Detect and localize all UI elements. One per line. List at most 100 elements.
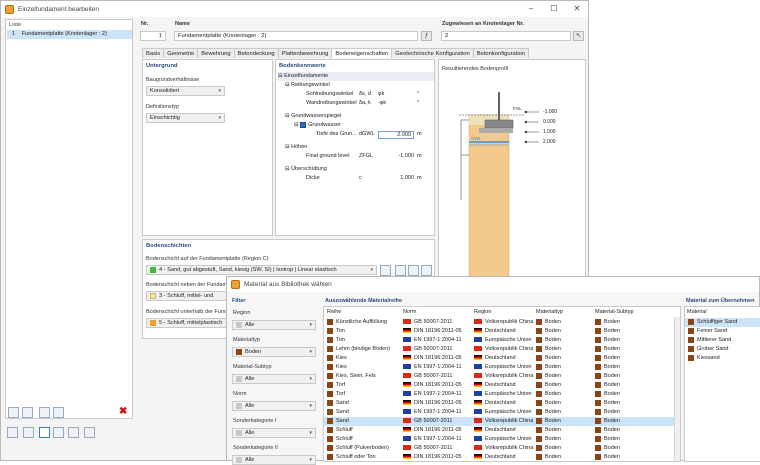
take-item[interactable]: Schluffiger Sand bbox=[685, 318, 760, 327]
delete-icon[interactable]: ✖ bbox=[119, 406, 127, 417]
filter-select-subtyp[interactable]: Alle ▾ bbox=[232, 374, 316, 384]
table-row[interactable]: Ton DIN 18196:2011-05 Deutschland Boden Bode… bbox=[324, 327, 676, 336]
baugrund-select[interactable]: Konsolidiert ▾ bbox=[146, 86, 225, 96]
copy-item-icon[interactable] bbox=[22, 407, 33, 418]
filter-select-materialtyp[interactable]: Boden ▾ bbox=[232, 347, 316, 357]
under-select[interactable]: 5 - Schluff, mittelplastisch | Isot bbox=[146, 318, 228, 328]
maximize-button[interactable]: ☐ bbox=[543, 1, 565, 17]
cell-norm: EN 1997-1:2004-11 bbox=[403, 435, 462, 444]
table-row[interactable]: Sand DIN 18196:2011-05 Deutschland Boden Bod… bbox=[324, 399, 676, 408]
table-row[interactable]: Sand GB 50007-2011 Volksrepublik China Bode… bbox=[324, 417, 676, 426]
foundation-plate bbox=[484, 119, 514, 129]
tab-betonkonfiguration[interactable]: Betonkonfiguration bbox=[472, 48, 530, 58]
new-item-icon[interactable] bbox=[8, 407, 19, 418]
param-value[interactable]: 2.000 bbox=[378, 131, 414, 139]
take-item[interactable]: Feiner Sand bbox=[685, 327, 760, 336]
cell-region: Europäische Union bbox=[474, 336, 531, 345]
tab-basis[interactable]: Basis bbox=[142, 48, 165, 58]
take-item[interactable]: Grober Sand bbox=[685, 345, 760, 354]
filter-select-sonder1[interactable]: Alle ▾ bbox=[232, 428, 316, 438]
definition-select[interactable]: Einschichtig ▾ bbox=[146, 113, 225, 123]
help-icon[interactable] bbox=[68, 427, 79, 438]
cell-typ: Boden bbox=[536, 399, 561, 408]
col-header-subtyp[interactable]: Material-Subtyp bbox=[595, 308, 634, 317]
tab-geotechnische-konfiguration[interactable]: Geotechnische Konfiguration bbox=[391, 48, 474, 58]
flag-icon bbox=[474, 319, 482, 325]
new-material-icon[interactable] bbox=[395, 265, 406, 276]
tab-bodeneigenschaften[interactable]: Bodeneigenschaften bbox=[331, 48, 393, 58]
table-row[interactable]: Kies EN 1997-1:2004-11 Europäische Union Bo… bbox=[324, 363, 676, 372]
cell-subtyp: Boden bbox=[595, 327, 620, 336]
name-field[interactable]: Fundamentplatte (Knotenlager : 2) bbox=[174, 31, 418, 41]
table-row[interactable]: Kies, Stein, Fels GB 50007-2011 Volksrepub… bbox=[324, 372, 676, 381]
take-item[interactable]: Kiessand bbox=[685, 354, 760, 363]
minimize-button[interactable]: – bbox=[520, 1, 542, 17]
definition-value: Einschichtig bbox=[150, 115, 180, 121]
param-value[interactable]: 1.000 bbox=[392, 174, 414, 183]
table-row[interactable]: Schluff EN 1997-1:2004-11 Europäische Unio… bbox=[324, 435, 676, 444]
filter-select-norm[interactable]: Alle ▾ bbox=[232, 401, 316, 411]
nr-field[interactable]: 1 bbox=[140, 31, 166, 41]
param-value[interactable]: -φk bbox=[378, 99, 386, 108]
tab-plattenbewehrung[interactable]: Plattenbewehrung bbox=[277, 48, 333, 58]
take-item[interactable]: Mittlerer Sand bbox=[685, 336, 760, 345]
col-header-reihe[interactable]: Reihe bbox=[327, 308, 341, 317]
library-icon[interactable] bbox=[380, 265, 391, 276]
tree-group-ueberschuettung[interactable]: ⊟ Überschüttung bbox=[285, 165, 327, 174]
table-row[interactable]: Sand EN 1997-1:2004-11 Europäische Union Bo… bbox=[324, 408, 676, 417]
cell-typ: Boden bbox=[536, 327, 561, 336]
col-header-region[interactable]: Region bbox=[474, 308, 491, 317]
uncheck-icon[interactable] bbox=[53, 407, 64, 418]
filter-select-region[interactable]: Alle ▾ bbox=[232, 320, 316, 330]
tree-group-reibungswinkel[interactable]: ⊟ Reibungswinkel bbox=[285, 81, 330, 90]
edit-name-button[interactable]: ƒ bbox=[421, 31, 432, 41]
tree-group-hoehen[interactable]: ⊟ Höhen bbox=[285, 143, 307, 152]
tab-bewehrung[interactable]: Bewehrung bbox=[197, 48, 235, 58]
param-value[interactable]: -1.000 bbox=[392, 152, 414, 161]
tab-geometrie[interactable]: Geometrie bbox=[163, 48, 199, 58]
table-row[interactable]: Torf EN 1997-1:2004-11 Europäische Union Bo… bbox=[324, 390, 676, 399]
cell-region: Volksrepublik China bbox=[474, 444, 533, 453]
cell-norm: DIN 18196:2011-05 bbox=[403, 426, 462, 435]
level-marker-0 bbox=[524, 110, 528, 114]
view-icon[interactable] bbox=[39, 427, 50, 438]
material-swatch bbox=[595, 345, 601, 352]
search-icon[interactable] bbox=[7, 427, 18, 438]
table-row[interactable]: Torf DIN 18196:2011-05 Deutschland Boden Bod… bbox=[324, 381, 676, 390]
tree-group-grundwasser[interactable]: ⊟ Grundwasser bbox=[294, 121, 341, 130]
check-icon[interactable] bbox=[39, 407, 50, 418]
list-item[interactable]: 1 Fundamentplatte (Knotenlager : 2) bbox=[7, 30, 132, 39]
grid-icon[interactable] bbox=[53, 427, 64, 438]
table-row[interactable]: Kies DIN 18196:2011-05 Deutschland Boden Bod… bbox=[324, 354, 676, 363]
param-unit: ° bbox=[417, 91, 420, 97]
table-row[interactable]: Künstliche Auffüllung GB 50007-2011 Volksr… bbox=[324, 318, 676, 327]
tree-group-einzelfundamente[interactable]: ⊟ Einzelfundamente bbox=[278, 72, 434, 81]
edit-material-icon[interactable] bbox=[408, 265, 419, 276]
table-row[interactable]: Schluff DIN 18196:2011-05 Deutschland Boden… bbox=[324, 426, 676, 435]
select-node-button[interactable]: ↖ bbox=[573, 31, 584, 41]
function-icon[interactable] bbox=[84, 427, 95, 438]
param-label: Tiefe des Grun... bbox=[316, 131, 357, 137]
table-row[interactable]: Ton EN 1997-1:2004-11 Europäische Union Bod… bbox=[324, 336, 676, 345]
grundwasser-checkbox[interactable] bbox=[300, 121, 307, 128]
table-scrollbar[interactable] bbox=[674, 317, 680, 461]
list-item-label: Fundamentplatte (Knotenlager : 2) bbox=[21, 31, 107, 37]
tree-row: Tiefe des Grun... dGWL 2.000 m bbox=[316, 130, 434, 139]
assigned-field[interactable]: 2 bbox=[441, 31, 571, 41]
below-select[interactable]: 4 - Sand, gut abgestuft, Sand, kiesig (S… bbox=[146, 265, 377, 275]
col-header-norm[interactable]: Norm bbox=[403, 308, 416, 317]
level-marker-3 bbox=[524, 140, 528, 144]
close-window-button[interactable]: ✕ bbox=[566, 1, 588, 17]
param-label: Wandreibungswinkel bbox=[306, 100, 357, 106]
info-icon[interactable] bbox=[421, 265, 432, 276]
filter-select-sonder2[interactable]: Alle ▾ bbox=[232, 455, 316, 465]
table-row[interactable]: Schluff (Pulverboden) GB 50007-2011 Volksr… bbox=[324, 444, 676, 453]
param-value[interactable]: φk bbox=[378, 90, 384, 99]
tree-group-grundwasserspiegel[interactable]: ⊟ Grundwasserspiegel bbox=[285, 112, 341, 121]
table-row[interactable]: Lehm (bindige Böden) GB 50007-2011 Volksre… bbox=[324, 345, 676, 354]
col-header-typ[interactable]: Materialtyp bbox=[536, 308, 563, 317]
beside-select[interactable]: 3 - Schluff, mittel- und ausgepr bbox=[146, 291, 228, 301]
cell-norm: DIN 18196:2011-05 bbox=[403, 399, 462, 408]
tab-betondeckung[interactable]: Betondeckung bbox=[233, 48, 279, 58]
display-icon[interactable] bbox=[23, 427, 34, 438]
